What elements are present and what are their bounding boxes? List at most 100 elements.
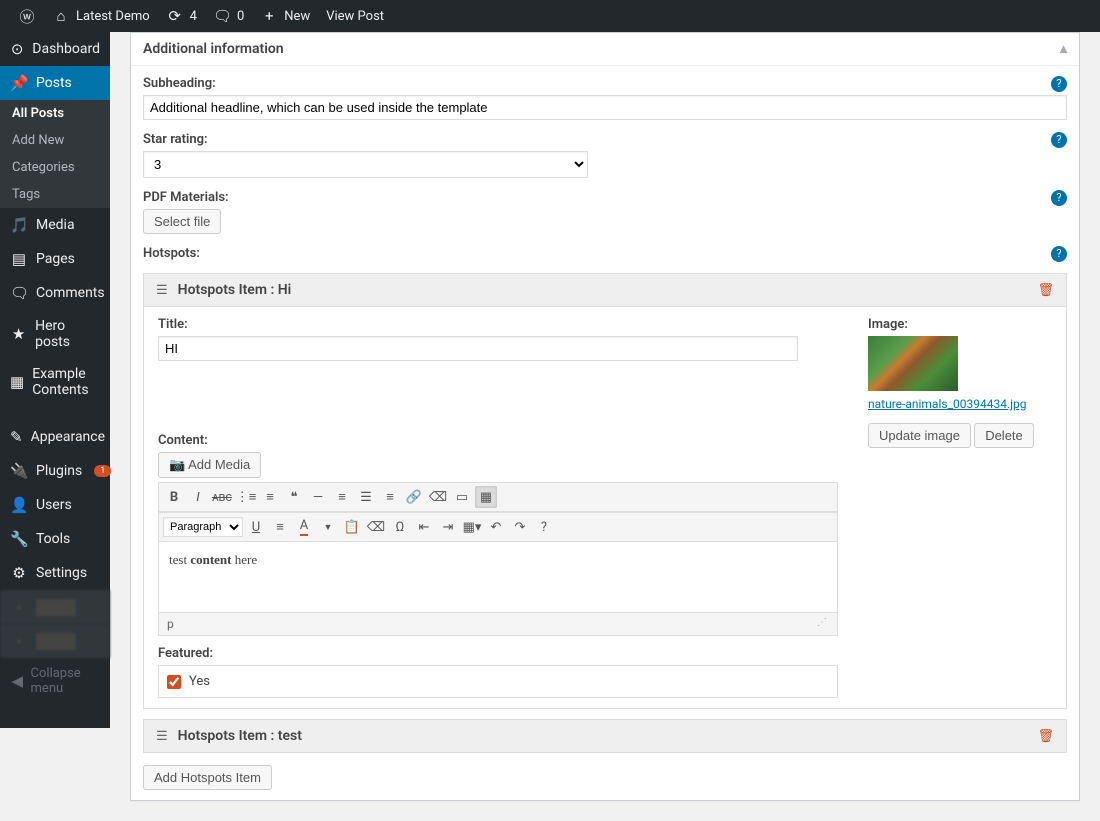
select-file-button[interactable]: Select file: [143, 209, 221, 234]
delete-hotspot-icon[interactable]: 🗑: [1037, 729, 1054, 744]
hotspot-title-input[interactable]: [158, 336, 798, 361]
update-image-button[interactable]: Update image: [868, 423, 971, 448]
link-button[interactable]: 🔗: [403, 486, 425, 508]
hotspot-item-body: Title: Content: 📷 Add Media B I ᴀʙᴄ: [143, 307, 1067, 709]
readmore-button[interactable]: ▭: [451, 486, 473, 508]
chevron-down-icon[interactable]: ▼: [317, 516, 339, 538]
italic-button[interactable]: I: [187, 486, 209, 508]
hotspots-label: Hotspots:: [143, 246, 1067, 261]
undo-button[interactable]: ↶: [485, 516, 507, 538]
view-post[interactable]: View Post: [318, 0, 392, 32]
help-icon[interactable]: ?: [1051, 190, 1067, 206]
editor-path[interactable]: p: [167, 617, 174, 631]
sidebar-item-tools[interactable]: 🔧Tools: [0, 522, 110, 556]
admin-bar: ⓦ ⌂ Latest Demo ⟳4 🗨0 +New View Post: [0, 0, 1100, 32]
dashboard-label: Dashboard: [32, 41, 100, 57]
sidebar-item-posts[interactable]: 📌Posts: [0, 66, 110, 100]
star-rating-select[interactable]: 3: [143, 151, 588, 178]
wp-logo[interactable]: ⓦ: [10, 0, 44, 32]
sidebar-sub-tags[interactable]: Tags: [0, 181, 110, 208]
editor-content-area[interactable]: test content here: [159, 542, 837, 612]
outdent-button[interactable]: ⇤: [413, 516, 435, 538]
paste-text-button[interactable]: 📋: [341, 516, 363, 538]
camera-icon: 📷: [169, 457, 185, 472]
blockquote-button[interactable]: ❝: [283, 486, 305, 508]
collapse-menu[interactable]: ◀Collapse menu: [0, 658, 110, 704]
plugins-label: Plugins: [36, 463, 82, 479]
bold-button[interactable]: B: [163, 486, 185, 508]
home-icon: ⌂: [52, 7, 70, 25]
comments-count[interactable]: 🗨0: [205, 0, 252, 32]
hotspot-item-header[interactable]: ☰ Hotspots Item : Hi 🗑: [143, 273, 1067, 307]
help-button[interactable]: ?: [533, 516, 555, 538]
align-center-button[interactable]: ☰: [355, 486, 377, 508]
sidebar-sub-add-new[interactable]: Add New: [0, 127, 110, 154]
additional-info-metabox: Additional information ▴ ? Subheading: ?…: [130, 32, 1080, 801]
sidebar-sub-all-posts[interactable]: All Posts: [0, 100, 110, 127]
help-icon[interactable]: ?: [1051, 246, 1067, 262]
content-bold: content: [190, 552, 231, 567]
sidebar-item-pages[interactable]: ▤Pages: [0, 242, 110, 276]
drag-handle-icon[interactable]: ☰: [156, 283, 168, 298]
redo-button[interactable]: ↷: [509, 516, 531, 538]
hotspot-right-column: Image: nature-animals_00394434.jpg Updat…: [868, 317, 1052, 698]
metabox-header[interactable]: Additional information ▴: [131, 33, 1079, 66]
sidebar-item-hidden-2[interactable]: ▪████: [0, 624, 110, 658]
plus-icon: +: [260, 7, 278, 25]
editor-toolbar-row1: B I ᴀʙᴄ ⋮≡ ≡ ❝ — ≡ ☰ ≡ 🔗 ⌫ ▭: [159, 483, 837, 512]
align-left-button[interactable]: ≡: [331, 486, 353, 508]
plug-icon: 🔌: [10, 462, 28, 480]
hotspot-item-header[interactable]: ☰ Hotspots Item : test 🗑: [143, 719, 1067, 753]
sidebar-item-users[interactable]: 👤Users: [0, 488, 110, 522]
help-icon[interactable]: ?: [1051, 76, 1067, 92]
add-hotspot-button[interactable]: Add Hotspots Item: [143, 765, 272, 790]
align-right-button[interactable]: ≡: [379, 486, 401, 508]
resize-handle-icon[interactable]: ⋰: [817, 617, 829, 631]
underline-button[interactable]: U: [245, 516, 267, 538]
text-color-button[interactable]: A: [293, 516, 315, 538]
number-list-button[interactable]: ≡: [259, 486, 281, 508]
unlink-button[interactable]: ⌫: [427, 486, 449, 508]
clear-format-button[interactable]: ⌫: [365, 516, 387, 538]
drag-handle-icon[interactable]: ☰: [156, 729, 168, 744]
featured-value: Yes: [189, 674, 210, 689]
special-char-button[interactable]: Ω: [389, 516, 411, 538]
featured-checkbox[interactable]: [167, 675, 181, 689]
sidebar-item-example-contents[interactable]: ▦Example Contents: [0, 358, 110, 406]
image-preview[interactable]: [868, 336, 958, 391]
sidebar-item-comments[interactable]: 🗨Comments: [0, 276, 110, 310]
hero-posts-label: Hero posts: [35, 318, 100, 350]
sidebar-item-appearance[interactable]: ✎Appearance: [0, 420, 110, 454]
toggle-icon[interactable]: ▴: [1060, 41, 1067, 57]
indent-button[interactable]: ⇥: [437, 516, 459, 538]
delete-hotspot-icon[interactable]: 🗑: [1037, 283, 1054, 298]
content-text: here: [231, 552, 257, 567]
site-name[interactable]: ⌂ Latest Demo: [44, 0, 158, 32]
pdf-materials-field: ? PDF Materials: Select file: [143, 190, 1067, 234]
subheading-input[interactable]: [143, 95, 1067, 120]
add-media-button[interactable]: 📷 Add Media: [158, 452, 261, 478]
sidebar-item-hero-posts[interactable]: ★Hero posts: [0, 310, 110, 358]
justify-button[interactable]: ≡: [269, 516, 291, 538]
help-icon[interactable]: ?: [1051, 132, 1067, 148]
site-name-label: Latest Demo: [76, 9, 150, 24]
image-filename-link[interactable]: nature-animals_00394434.jpg: [868, 397, 1026, 411]
appearance-label: Appearance: [31, 429, 105, 445]
toolbar-toggle-button[interactable]: ▦: [475, 486, 497, 508]
bullet-list-button[interactable]: ⋮≡: [235, 486, 257, 508]
collapse-icon: ◀: [10, 672, 25, 690]
hr-button[interactable]: —: [307, 486, 329, 508]
sidebar-item-hidden-1[interactable]: ▪████: [0, 590, 110, 624]
hotspot-content-field: Content: 📷 Add Media: [158, 433, 838, 478]
table-button[interactable]: ▦▾: [461, 516, 483, 538]
new-content[interactable]: +New: [252, 0, 318, 32]
updates-count[interactable]: ⟳4: [158, 0, 205, 32]
delete-image-button[interactable]: Delete: [974, 423, 1034, 448]
sidebar-item-dashboard[interactable]: ⊙Dashboard: [0, 32, 110, 66]
format-select[interactable]: Paragraph: [163, 517, 243, 537]
strikethrough-button[interactable]: ᴀʙᴄ: [211, 486, 233, 508]
sidebar-item-settings[interactable]: ⚙Settings: [0, 556, 110, 590]
sidebar-item-plugins[interactable]: 🔌Plugins1: [0, 454, 110, 488]
sidebar-sub-categories[interactable]: Categories: [0, 154, 110, 181]
sidebar-item-media[interactable]: 🎵Media: [0, 208, 110, 242]
